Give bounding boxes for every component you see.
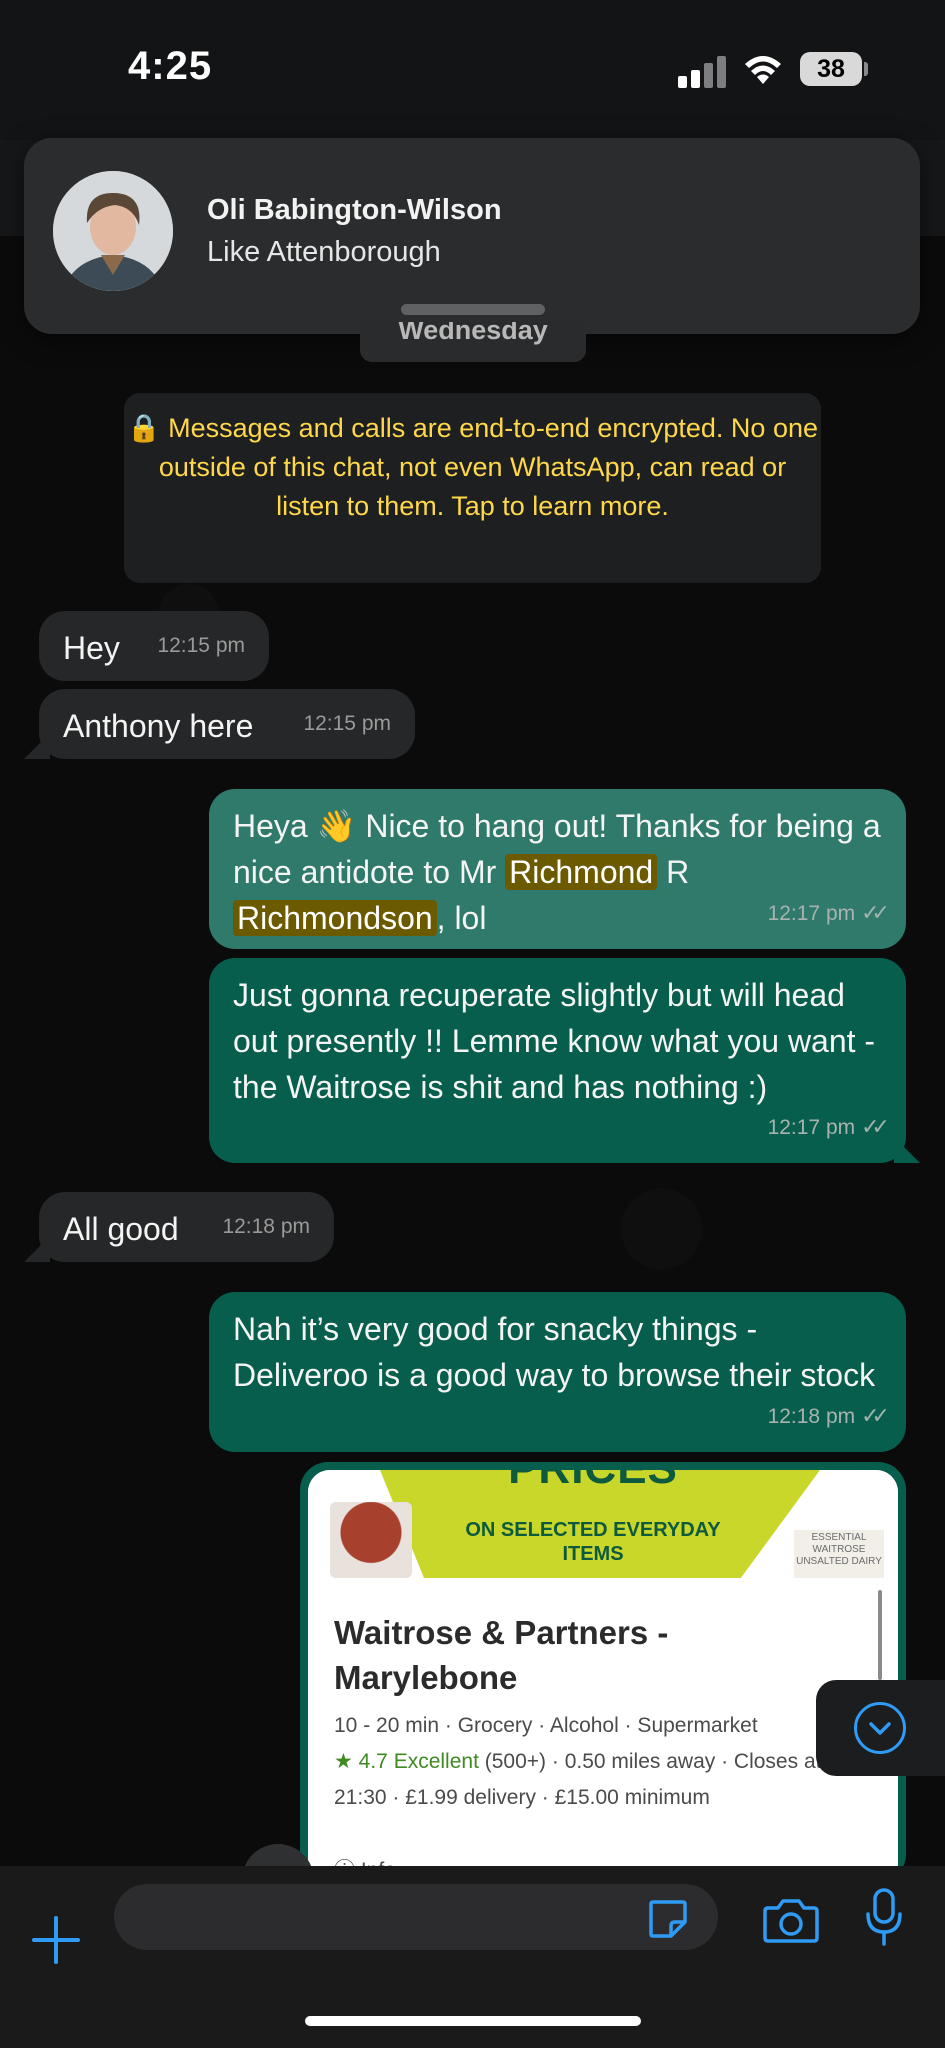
read-receipt-icon: ✓✓: [861, 1403, 890, 1428]
encryption-notice[interactable]: 🔒 Messages and calls are end-to-end encr…: [124, 393, 821, 583]
composer-bar: [0, 1866, 945, 2048]
message-time: 12:15 pm: [157, 634, 245, 657]
notification-message: Like Attenborough: [207, 236, 441, 268]
read-receipt-icon: ✓✓: [861, 1114, 890, 1139]
promo-subtitle: ON SELECTED EVERYDAY ITEMS: [465, 1519, 721, 1565]
message-bubble-incoming[interactable]: Anthony here 12:15 pm: [39, 689, 415, 759]
message-bubble-outgoing[interactable]: Heya 👋 Nice to hang out! Thanks for bein…: [209, 789, 906, 949]
status-time: 4:25: [128, 44, 213, 88]
notification-drag-handle[interactable]: [401, 304, 545, 315]
notification-sender: Oli Babington-Wilson: [207, 194, 502, 226]
wifi-icon: [745, 56, 781, 84]
store-details-line: 21:30 · £1.99 delivery · £15.00 minimum: [334, 1786, 710, 1809]
message-meta: 12:17 pm ✓✓: [768, 1104, 890, 1151]
avatar: [53, 171, 173, 291]
microphone-icon[interactable]: [864, 1888, 904, 1946]
store-rating-line: ★ 4.7 Excellent (500+) · 0.50 miles away…: [334, 1750, 822, 1773]
message-bubble-outgoing[interactable]: Just gonna recuperate slightly but will …: [209, 958, 906, 1163]
lock-icon: 🔒: [126, 413, 169, 443]
read-receipt-icon: ✓✓: [861, 900, 890, 925]
message-text: Just gonna recuperate slightly but will …: [233, 977, 876, 1105]
promo-pack-label: ESSENTIAL WAITROSE UNSALTED DAIRY: [794, 1530, 884, 1578]
notification-banner[interactable]: Oli Babington-Wilson Like Attenborough: [24, 138, 920, 334]
signal-icon: [678, 56, 726, 88]
preview-scrollbar: [878, 1590, 882, 1680]
search-highlight: Richmond: [505, 854, 658, 890]
chevron-down-icon: [854, 1702, 906, 1754]
camera-icon[interactable]: [762, 1896, 820, 1944]
home-indicator[interactable]: [305, 2016, 641, 2026]
day-separator: Wednesday: [360, 322, 586, 362]
promo-title: PRICES: [428, 1470, 758, 1494]
plus-icon[interactable]: [32, 1916, 80, 1964]
promo-banner: PRICES ON SELECTED EVERYDAY ITEMS ESSENT…: [308, 1470, 898, 1578]
message-bubble-outgoing[interactable]: Nah it’s very good for snacky things - D…: [209, 1292, 906, 1452]
sticker-icon[interactable]: [647, 1898, 689, 1940]
shared-screenshot: PRICES ON SELECTED EVERYDAY ITEMS ESSENT…: [308, 1470, 898, 1882]
store-name: Waitrose & Partners - Marylebone: [334, 1614, 669, 1696]
store-details-line: 10 - 20 min · Grocery · Alcohol · Superm…: [334, 1714, 758, 1737]
message-bubble-incoming[interactable]: Hey 12:15 pm: [39, 611, 269, 681]
encryption-text: Messages and calls are end-to-end encryp…: [158, 413, 818, 521]
message-time: 12:15 pm: [303, 712, 391, 735]
scroll-to-bottom-button[interactable]: [816, 1680, 945, 1776]
store-rating: ★ 4.7 Excellent: [334, 1750, 479, 1773]
battery-indicator: 38: [800, 52, 862, 86]
message-meta: 12:18 pm ✓✓: [768, 1393, 890, 1440]
message-time: 12:18 pm: [222, 1215, 310, 1238]
battery-nub: [864, 62, 868, 76]
promo-product-image: [330, 1502, 412, 1578]
store-details: 10 - 20 min · Grocery · Alcohol · Superm…: [334, 1708, 894, 1816]
message-bubble-incoming[interactable]: All good 12:18 pm: [39, 1192, 334, 1262]
message-meta: 12:17 pm ✓✓: [768, 890, 890, 937]
message-input[interactable]: [114, 1884, 718, 1950]
image-message[interactable]: PRICES ON SELECTED EVERYDAY ITEMS ESSENT…: [300, 1462, 906, 1882]
status-bar: 4:25 38: [0, 0, 945, 140]
search-highlight: Richmondson: [233, 900, 437, 936]
message-text: Nah it’s very good for snacky things - D…: [233, 1311, 876, 1393]
